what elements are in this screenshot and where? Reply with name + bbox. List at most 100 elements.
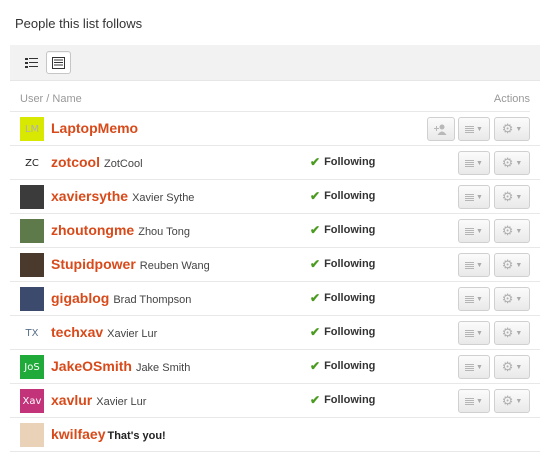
username[interactable]: LaptopMemo	[51, 120, 138, 136]
settings-menu-button[interactable]: ⚙ ▼	[494, 321, 530, 345]
list-menu-button[interactable]: ▼	[458, 117, 490, 141]
settings-menu-button[interactable]: ⚙ ▼	[494, 287, 530, 311]
list-menu-button[interactable]: ▼	[458, 389, 490, 413]
status-text: Following	[324, 156, 376, 168]
user-link[interactable]: xaviersythe Xavier Sythe	[51, 188, 194, 204]
avatar[interactable]: LM	[20, 117, 44, 141]
caret-down-icon: ▼	[515, 125, 523, 133]
user-link[interactable]: gigablog Brad Thompson	[51, 290, 191, 306]
caret-down-icon: ▼	[515, 159, 523, 167]
following-status: ✔ Following	[310, 155, 375, 169]
following-status: ✔ Following	[310, 291, 375, 305]
list-item: zhoutongme Zhou Tong ✔ Following ▼ ⚙ ▼	[10, 214, 540, 248]
user-link[interactable]: xavlur Xavier Lur	[51, 392, 146, 408]
status-text: Following	[324, 326, 376, 338]
real-name: Xavier Lur	[107, 328, 158, 340]
user-link[interactable]: Stupidpower Reuben Wang	[51, 256, 210, 272]
page-heading: People this list follows	[15, 16, 143, 31]
username[interactable]: zhoutongme	[51, 222, 134, 238]
settings-menu-button[interactable]: ⚙ ▼	[494, 253, 530, 277]
real-name: Jake Smith	[135, 362, 191, 374]
settings-menu-button[interactable]: ⚙ ▼	[494, 389, 530, 413]
user-list: LM LaptopMemo ▼ ⚙ ▼ ZC zotcool ZotCool ✔ Followin…	[10, 112, 540, 452]
check-icon: ✔	[310, 223, 321, 237]
user-link[interactable]: kwilfaey That's you!	[51, 426, 166, 442]
check-icon: ✔	[310, 291, 321, 305]
list-item: TX techxav Xavier Lur ✔ Following ▼ ⚙ ▼	[10, 316, 540, 350]
caret-down-icon: ▼	[476, 125, 483, 133]
username[interactable]: xaviersythe	[51, 188, 128, 204]
status-text: Following	[324, 292, 376, 304]
list-icon	[465, 329, 475, 337]
list-menu-button[interactable]: ▼	[458, 253, 490, 277]
following-status: ✔ Following	[310, 257, 375, 271]
caret-down-icon: ▼	[515, 397, 523, 405]
list-icon	[465, 159, 475, 167]
gear-icon: ⚙	[501, 155, 514, 170]
user-link[interactable]: zhoutongme Zhou Tong	[51, 222, 190, 238]
username[interactable]: zotcool	[51, 154, 100, 170]
settings-menu-button[interactable]: ⚙ ▼	[494, 117, 530, 141]
list-menu-button[interactable]: ▼	[458, 321, 490, 345]
settings-menu-button[interactable]: ⚙ ▼	[494, 355, 530, 379]
username[interactable]: xavlur	[51, 392, 92, 408]
real-name: ZotCool	[104, 158, 143, 170]
caret-down-icon: ▼	[476, 227, 483, 235]
caret-down-icon: ▼	[515, 227, 523, 235]
avatar[interactable]	[20, 287, 44, 311]
username[interactable]: kwilfaey	[51, 426, 105, 442]
list-menu-button[interactable]: ▼	[458, 219, 490, 243]
list-menu-button[interactable]: ▼	[458, 287, 490, 311]
list-item: Xav xavlur Xavier Lur ✔ Following ▼ ⚙ ▼	[10, 384, 540, 418]
caret-down-icon: ▼	[515, 329, 523, 337]
user-link[interactable]: LaptopMemo	[51, 120, 138, 136]
user-link[interactable]: JakeOSmith Jake Smith	[51, 358, 190, 374]
status-text: Following	[324, 394, 376, 406]
username[interactable]: JakeOSmith	[51, 358, 132, 374]
list-menu-button[interactable]: ▼	[458, 151, 490, 175]
column-actions: Actions	[493, 93, 530, 105]
self-label: That's you!	[107, 430, 166, 442]
avatar[interactable]	[20, 423, 44, 447]
real-name: Xavier Lur	[96, 396, 147, 408]
avatar[interactable]	[20, 185, 44, 209]
detail-view-button[interactable]	[46, 51, 71, 74]
gear-icon: ⚙	[501, 223, 514, 238]
list-icon	[465, 125, 475, 133]
avatar[interactable]: Xav	[20, 389, 44, 413]
avatar[interactable]: JoS	[20, 355, 44, 379]
user-link[interactable]: techxav Xavier Lur	[51, 324, 157, 340]
avatar[interactable]: ZC	[20, 151, 44, 175]
real-name: Xavier Sythe	[132, 192, 195, 204]
caret-down-icon: ▼	[476, 193, 483, 201]
settings-menu-button[interactable]: ⚙ ▼	[494, 185, 530, 209]
avatar[interactable]	[20, 253, 44, 277]
detail-view-icon	[52, 56, 65, 69]
settings-menu-button[interactable]: ⚙ ▼	[494, 151, 530, 175]
status-text: Following	[324, 190, 376, 202]
username[interactable]: techxav	[51, 324, 103, 340]
follow-button[interactable]	[427, 117, 455, 141]
user-link[interactable]: zotcool ZotCool	[51, 154, 143, 170]
list-menu-button[interactable]: ▼	[458, 355, 490, 379]
avatar[interactable]: TX	[20, 321, 44, 345]
username[interactable]: gigablog	[51, 290, 109, 306]
avatar[interactable]	[20, 219, 44, 243]
list-icon	[465, 363, 475, 371]
list-item: kwilfaey That's you!	[10, 418, 540, 452]
list-view-button[interactable]	[19, 51, 44, 74]
status-text: Following	[324, 258, 376, 270]
following-status: ✔ Following	[310, 359, 375, 373]
caret-down-icon: ▼	[515, 363, 523, 371]
gear-icon: ⚙	[501, 359, 514, 374]
settings-menu-button[interactable]: ⚙ ▼	[494, 219, 530, 243]
list-view-icon	[25, 57, 38, 68]
gear-icon: ⚙	[501, 393, 514, 408]
username[interactable]: Stupidpower	[51, 256, 136, 272]
list-icon	[465, 295, 475, 303]
following-status: ✔ Following	[310, 189, 375, 203]
list-item: ZC zotcool ZotCool ✔ Following ▼ ⚙ ▼	[10, 146, 540, 180]
caret-down-icon: ▼	[476, 397, 483, 405]
list-menu-button[interactable]: ▼	[458, 185, 490, 209]
gear-icon: ⚙	[501, 325, 514, 340]
